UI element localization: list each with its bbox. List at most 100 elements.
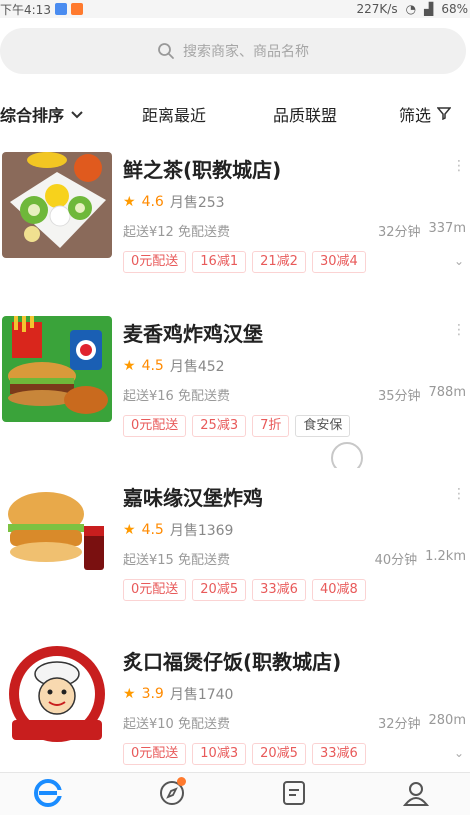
tab-discover[interactable] (154, 777, 190, 813)
rating-value: 4.5 (141, 358, 164, 374)
monthly-sales: 月售452 (169, 359, 225, 375)
notification-icon (70, 3, 83, 15)
shop-card[interactable]: 鲜之茶(职教城店) ⋮ ★ 4.6 月售253 起送¥12 免配送费 32分钟 … (0, 140, 470, 304)
signal-icon: ▟ (424, 2, 434, 16)
fruit-platter-image (2, 152, 112, 258)
chevron-down-icon[interactable]: ⌄ (454, 746, 464, 760)
promo-tags: 0元配送 10减3 20减5 33减6 (123, 743, 366, 765)
shop-meta: 32分钟 337m (378, 221, 466, 240)
star-icon: ★ (123, 358, 136, 374)
promo-tags: 0元配送 20减5 33减6 40减8 (123, 579, 366, 601)
search-area: 搜索商家、商品名称 (0, 18, 470, 88)
promo-tag: 0元配送 (123, 743, 187, 765)
rating-value: 3.9 (141, 686, 164, 702)
sort-quality-label: 品质联盟 (273, 106, 338, 125)
shop-card[interactable]: 嘉味缘汉堡炸鸡 ⋮ ★ 4.5 月售1369 起送¥15 免配送费 40分钟 1… (0, 468, 470, 632)
status-bar: 下午4:13 227K/s ◔ ▟ 68% (0, 0, 470, 18)
rating-value: 4.6 (141, 194, 164, 210)
promo-tags: 0元配送 25减3 7折 食安保 (123, 415, 351, 437)
sort-nearest-label: 距离最近 (142, 106, 207, 125)
shop-rating: ★ 3.9 月售1740 (123, 684, 233, 704)
distance: 788m (428, 385, 466, 400)
rating-value: 4.5 (141, 522, 164, 538)
shop-name: 炙口福煲仔饭(职教城店) (123, 650, 342, 674)
promo-tag: 0元配送 (123, 251, 187, 273)
promo-tag: 0元配送 (123, 415, 187, 437)
promo-tag: 25减3 (192, 415, 247, 437)
promo-tags: 0元配送 16减1 21减2 30减4 (123, 251, 366, 273)
promo-tag: 10减3 (192, 743, 247, 765)
star-icon: ★ (123, 522, 136, 538)
promo-tag: 0元配送 (123, 579, 187, 601)
sort-comprehensive[interactable]: 综合排序 (0, 92, 84, 136)
search-icon (157, 42, 175, 60)
chevron-down-icon (70, 105, 84, 124)
sort-nearest[interactable]: 距离最近 (142, 92, 206, 136)
shop-meta: 35分钟 788m (378, 385, 466, 404)
shop-name: 嘉味缘汉堡炸鸡 (123, 486, 263, 510)
promo-tag: 20减5 (192, 579, 247, 601)
shop-rating: ★ 4.5 月售1369 (123, 520, 233, 540)
delivery-time: 32分钟 (377, 717, 421, 732)
shop-name: 麦香鸡炸鸡汉堡 (123, 322, 263, 346)
delivery-info: 起送¥12 免配送费 (123, 225, 230, 240)
filter-icon (436, 105, 452, 124)
chevron-down-icon[interactable]: ⌄ (454, 254, 464, 268)
chef-logo-image (2, 644, 112, 750)
more-icon[interactable]: ⋮ (452, 322, 466, 338)
promo-tag: 33减6 (252, 579, 306, 601)
filter-button[interactable]: 筛选 (399, 92, 452, 136)
distance: 280m (428, 713, 466, 728)
orders-icon (281, 779, 307, 811)
star-icon: ★ (123, 686, 136, 702)
tab-home[interactable] (30, 777, 66, 813)
star-icon: ★ (123, 194, 136, 210)
tab-orders[interactable] (276, 777, 312, 813)
sort-quality[interactable]: 品质联盟 (273, 92, 337, 136)
promo-tag: 33减6 (311, 743, 366, 765)
promo-tag: 21减2 (252, 251, 306, 273)
search-input[interactable]: 搜索商家、商品名称 (0, 28, 466, 74)
tab-profile[interactable] (398, 777, 434, 813)
monthly-sales: 月售1740 (169, 687, 234, 703)
delivery-info: 起送¥15 免配送费 (123, 553, 230, 568)
distance: 1.2km (425, 549, 466, 564)
battery-text: 68% (441, 2, 468, 16)
search-placeholder: 搜索商家、商品名称 (183, 44, 309, 60)
notification-dot (177, 777, 186, 786)
more-icon[interactable]: ⋮ (452, 486, 466, 502)
monthly-sales: 月售253 (169, 195, 225, 211)
chicken-burger-image (2, 480, 112, 586)
shop-rating: ★ 4.5 月售452 (123, 356, 225, 376)
wifi-icon: ◔ (405, 2, 417, 16)
promo-tag: 30减4 (311, 251, 366, 273)
monthly-sales: 月售1369 (169, 523, 234, 539)
sort-bar: 综合排序 距离最近 品质联盟 筛选 (0, 92, 470, 136)
food-safety-badge: 食安保 (295, 415, 351, 437)
more-icon[interactable]: ⋮ (452, 158, 466, 174)
profile-icon (402, 779, 430, 811)
filter-label: 筛选 (399, 106, 432, 125)
shop-meta: 40分钟 1.2km (375, 549, 466, 568)
delivery-time: 40分钟 (374, 553, 418, 568)
promo-tag: 16减1 (192, 251, 247, 273)
sort-comprehensive-label: 综合排序 (0, 106, 65, 125)
shop-card[interactable]: 麦香鸡炸鸡汉堡 ⋮ ★ 4.5 月售452 起送¥16 免配送费 35分钟 78… (0, 304, 470, 468)
shop-name: 鲜之茶(职教城店) (123, 158, 282, 182)
bottom-tab-bar (0, 772, 470, 815)
promo-tag: 7折 (252, 415, 290, 437)
delivery-time: 35分钟 (377, 389, 421, 404)
promo-tag: 40减8 (311, 579, 366, 601)
shop-meta: 32分钟 280m (378, 713, 466, 732)
network-speed: 227K/s (356, 2, 398, 16)
status-time: 下午4:13 (0, 2, 51, 17)
shop-rating: ★ 4.6 月售253 (123, 192, 225, 212)
burger-combo-image (2, 316, 112, 422)
home-icon (33, 778, 63, 812)
notification-icon (54, 3, 67, 15)
delivery-info: 起送¥10 免配送费 (123, 717, 230, 732)
delivery-info: 起送¥16 免配送费 (123, 389, 230, 404)
delivery-time: 32分钟 (377, 225, 421, 240)
distance: 337m (428, 221, 466, 236)
promo-tag: 20减5 (252, 743, 306, 765)
